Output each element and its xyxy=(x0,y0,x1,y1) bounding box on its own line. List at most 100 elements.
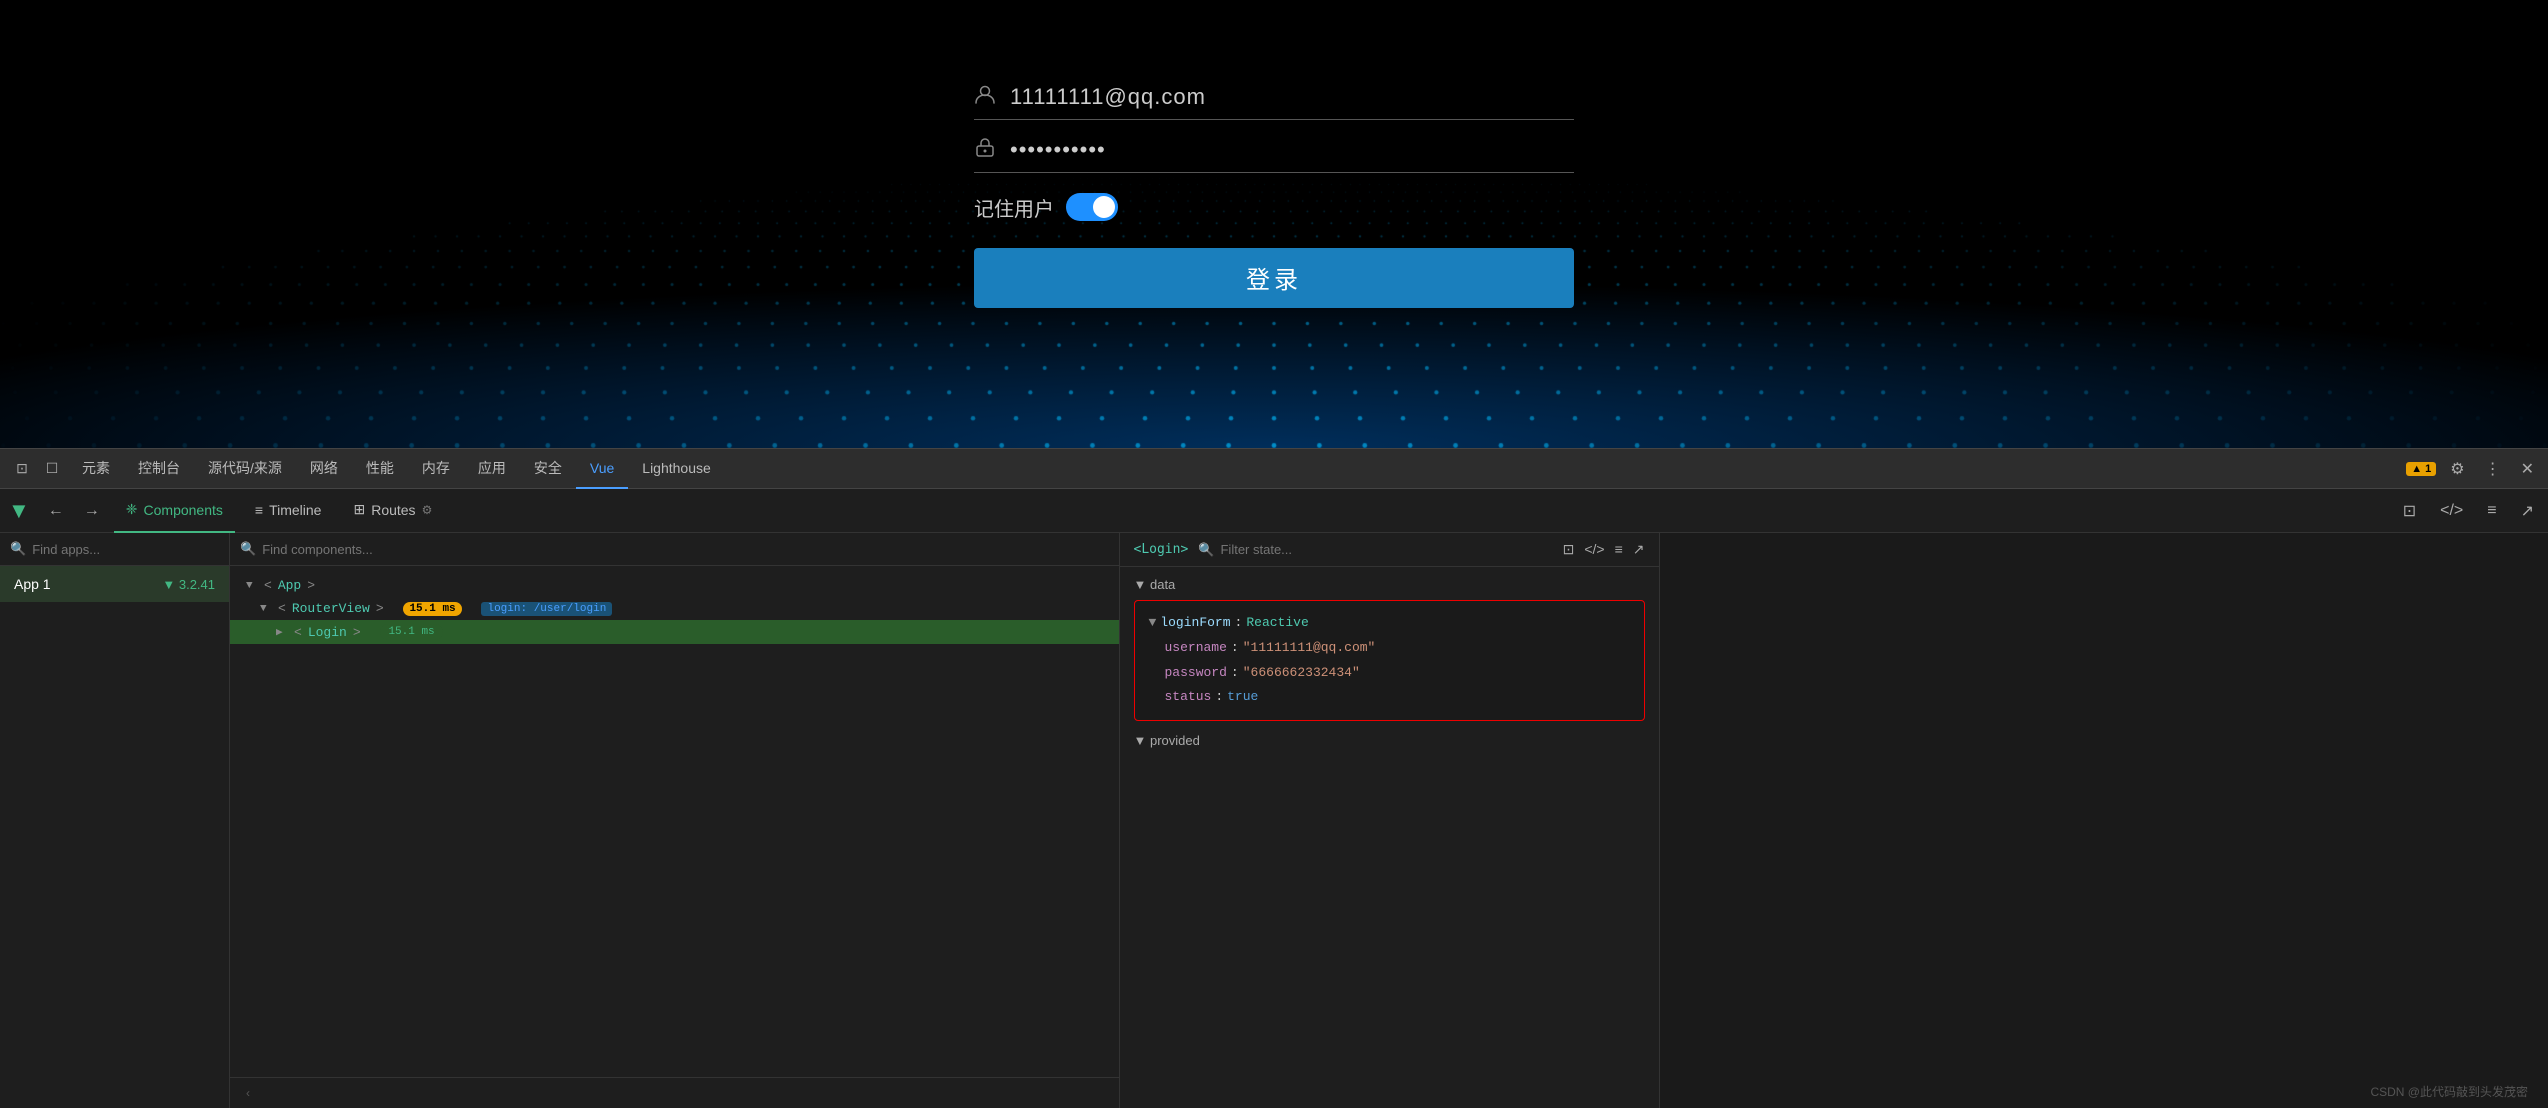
vue-tab-timeline-label: Timeline xyxy=(269,502,321,518)
apps-search-input[interactable] xyxy=(32,542,219,557)
devtools-tabs-bar: ⊡ ☐ 元素 控制台 源代码/来源 网络 性能 内存 应用 安全 Vue Lig… xyxy=(0,449,2548,489)
remember-toggle[interactable] xyxy=(1066,193,1118,221)
vue-tab-timeline[interactable]: ≡ Timeline xyxy=(243,489,334,533)
apps-search-icon: 🔍 xyxy=(10,541,26,557)
vue-tab-routes[interactable]: ⊞ Routes ⚙ xyxy=(341,489,444,533)
toggle-track xyxy=(1066,193,1118,221)
username-row xyxy=(974,83,1574,120)
provided-section-label: ▼ provided xyxy=(1134,733,1645,748)
tab-vue[interactable]: Vue xyxy=(576,449,628,489)
collapse-panel-button[interactable]: ‹ xyxy=(230,1077,1119,1108)
inspect-code-icon[interactable]: </> xyxy=(2434,500,2469,522)
tab-memory[interactable]: 内存 xyxy=(408,449,464,489)
state-open-icon[interactable]: ↗ xyxy=(1633,541,1645,558)
vue-tab-routes-label: Routes xyxy=(371,502,415,518)
status-key: status xyxy=(1149,687,1212,708)
attribution: CSDN @此代码敲到头发茂密 xyxy=(2370,1083,2528,1100)
vue-tab-components[interactable]: ❈ Components xyxy=(114,489,235,533)
app-item-1[interactable]: App 1 ▼ 3.2.41 xyxy=(0,566,229,602)
tab-security[interactable]: 安全 xyxy=(520,449,576,489)
forward-button[interactable]: → xyxy=(78,498,106,524)
tab-sources[interactable]: 源代码/来源 xyxy=(194,449,296,489)
state-copy-icon[interactable]: ≡ xyxy=(1615,541,1623,558)
remember-row: 记住用户 xyxy=(974,193,1574,222)
vue-tab-components-label: Components xyxy=(144,502,223,518)
tab-elements[interactable]: 元素 xyxy=(68,449,124,489)
username-key: username xyxy=(1149,638,1227,659)
username-value: "11111111@qq.com" xyxy=(1243,638,1376,659)
toggle-thumb xyxy=(1093,196,1115,218)
apps-panel: 🔍 App 1 ▼ 3.2.41 xyxy=(0,533,230,1108)
password-value: "6666662332434" xyxy=(1243,663,1360,684)
state-header: <Login> 🔍 ⊡ </> ≡ ↗ xyxy=(1120,533,1659,567)
remember-label: 记住用户 xyxy=(974,193,1054,222)
password-state-row: password : "6666662332434" xyxy=(1149,661,1630,686)
devtools-content: 🔍 App 1 ▼ 3.2.41 🔍 ▼ <App> xyxy=(0,533,2548,1108)
close-icon[interactable]: ✕ xyxy=(2515,457,2540,481)
vue-bar-right: ⊡ </> ≡ ↗ xyxy=(2397,499,2540,523)
selected-component-tag: <Login> xyxy=(1134,542,1189,557)
state-content: ▼ data ▼ loginForm : Reactive username : xyxy=(1120,567,1659,1108)
state-header-icons: ⊡ </> ≡ ↗ xyxy=(1563,541,1645,558)
vue-devtools-bar: ▼ ← → ❈ Components ≡ Timeline ⊞ Routes ⚙… xyxy=(0,489,2548,533)
tab-lighthouse[interactable]: Lighthouse xyxy=(628,449,725,489)
status-state-row: status : true xyxy=(1149,685,1630,710)
tab-performance[interactable]: 性能 xyxy=(352,449,408,489)
tree-node-app[interactable]: ▼ <App> xyxy=(230,574,1119,597)
tree-node-routerview[interactable]: ▼ <RouterView> 15.1 ms login: /user/logi… xyxy=(230,597,1119,620)
tab-network[interactable]: 网络 xyxy=(296,449,352,489)
open-external-icon[interactable]: ↗ xyxy=(2515,499,2540,523)
expand-routerview-icon: ▼ xyxy=(260,603,272,615)
tab-application[interactable]: 应用 xyxy=(464,449,520,489)
loginform-key: loginForm xyxy=(1160,613,1230,634)
apps-search-bar: 🔍 xyxy=(0,533,229,566)
username-input[interactable] xyxy=(1010,84,1574,110)
login-form-row: ▼ loginForm : Reactive xyxy=(1149,611,1630,636)
data-section-label: ▼ data xyxy=(1134,577,1645,592)
timeline-icon: ≡ xyxy=(255,502,263,518)
login-button[interactable]: 登录 xyxy=(974,248,1574,308)
state-search-icon: 🔍 xyxy=(1198,542,1214,558)
app-version: ▼ 3.2.41 xyxy=(162,577,215,592)
routes-icon: ⊞ xyxy=(353,501,365,518)
password-input[interactable] xyxy=(1010,137,1574,163)
login-form: 记住用户 登录 xyxy=(974,83,1574,308)
screenshot-icon[interactable]: ⊡ xyxy=(2397,499,2422,523)
expand-app-icon: ▼ xyxy=(246,580,258,592)
devtools-panel: ⊡ ☐ 元素 控制台 源代码/来源 网络 性能 内存 应用 安全 Vue Lig… xyxy=(0,448,2548,1108)
app-name: App 1 xyxy=(14,576,51,592)
device-icon[interactable]: ☐ xyxy=(38,455,66,483)
vue-logo: ▼ xyxy=(8,498,30,524)
routerview-time-badge: 15.1 ms xyxy=(403,602,461,616)
components-search-icon: 🔍 xyxy=(240,541,256,557)
lock-icon xyxy=(974,136,998,164)
components-search-input[interactable] xyxy=(262,542,1108,557)
loginform-toggle[interactable]: ▼ xyxy=(1149,613,1157,634)
components-search-bar: 🔍 xyxy=(230,533,1119,566)
tree-node-login[interactable]: ▶ <Login> 15.1 ms xyxy=(230,620,1119,644)
loginform-type: Reactive xyxy=(1246,613,1308,634)
state-camera-icon[interactable]: ⊡ xyxy=(1563,541,1575,558)
login-area: 记住用户 登录 xyxy=(0,0,2548,450)
more-icon[interactable]: ⋮ xyxy=(2479,457,2507,481)
tab-console[interactable]: 控制台 xyxy=(124,449,194,489)
state-panel: <Login> 🔍 ⊡ </> ≡ ↗ ▼ data xyxy=(1120,533,1660,1108)
password-key: password xyxy=(1149,663,1227,684)
state-code-icon[interactable]: </> xyxy=(1584,541,1604,558)
routes-gear-icon: ⚙ xyxy=(422,503,433,517)
state-search-input[interactable] xyxy=(1220,542,1552,557)
devtools-right-controls: ▲ 1 ⚙ ⋮ ✕ xyxy=(2406,457,2540,481)
login-time-badge: 15.1 ms xyxy=(380,624,442,640)
copy-icon[interactable]: ≡ xyxy=(2481,500,2502,522)
components-icon: ❈ xyxy=(126,501,138,518)
status-value: true xyxy=(1227,687,1258,708)
settings-icon[interactable]: ⚙ xyxy=(2444,457,2470,481)
user-icon xyxy=(974,83,998,111)
inspect-icon[interactable]: ⊡ xyxy=(8,455,36,483)
routerview-route-badge: login: /user/login xyxy=(481,602,612,616)
back-button[interactable]: ← xyxy=(42,498,70,524)
right-spacer: CSDN @此代码敲到头发茂密 xyxy=(1660,533,2548,1108)
username-state-row: username : "11111111@qq.com" xyxy=(1149,636,1630,661)
warning-badge: ▲ 1 xyxy=(2406,462,2436,476)
state-data-box: ▼ loginForm : Reactive username : "11111… xyxy=(1134,600,1645,721)
